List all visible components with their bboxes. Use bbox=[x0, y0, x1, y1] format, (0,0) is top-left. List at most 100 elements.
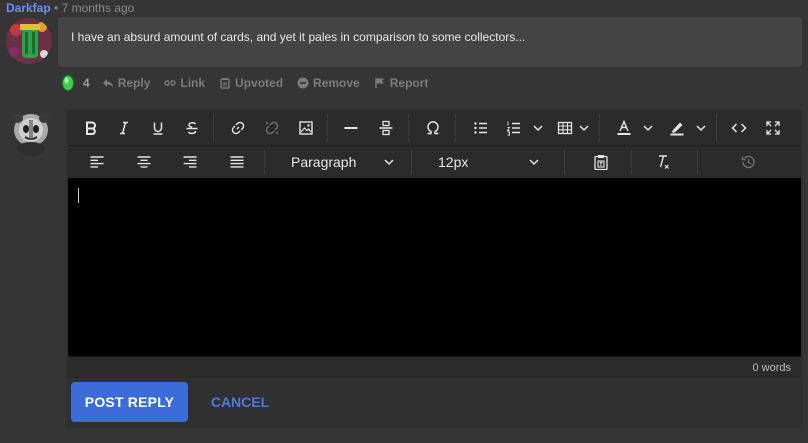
numbered-list-icon bbox=[506, 121, 520, 135]
reply-icon bbox=[102, 79, 113, 88]
comment-text: I have an absurd amount of cards, and ye… bbox=[71, 30, 526, 44]
history-icon bbox=[741, 155, 755, 169]
toolbar-divider bbox=[455, 114, 456, 141]
omega-icon bbox=[427, 120, 439, 134]
source-code-button[interactable] bbox=[726, 110, 752, 145]
flag-icon bbox=[375, 78, 384, 88]
highlight-color-button[interactable] bbox=[664, 110, 690, 145]
report-action[interactable]: Report bbox=[374, 76, 429, 90]
current-user-avatar bbox=[10, 110, 52, 156]
toolbar-divider bbox=[327, 114, 328, 141]
text-color-button[interactable] bbox=[611, 110, 637, 145]
score-count: 4 bbox=[83, 76, 90, 90]
font-size-select[interactable]: 12px bbox=[438, 146, 544, 178]
align-center-icon bbox=[137, 156, 151, 168]
code-icon bbox=[731, 122, 747, 133]
comment-meta: Darkfap • 7 months ago bbox=[6, 0, 134, 16]
cancel-button[interactable]: CANCEL bbox=[196, 382, 284, 422]
fullscreen-icon bbox=[766, 120, 780, 135]
bold-icon bbox=[86, 121, 96, 135]
comment-author[interactable]: Darkfap bbox=[6, 1, 51, 15]
reply-editor: Paragraph 12px 0 words bbox=[66, 108, 803, 428]
toolbar-divider bbox=[697, 150, 698, 174]
font-size-value: 12px bbox=[438, 154, 469, 170]
bold-button[interactable] bbox=[78, 110, 104, 145]
unlink-icon bbox=[265, 121, 279, 134]
toolbar-divider bbox=[213, 114, 214, 141]
toolbar-divider bbox=[264, 150, 265, 174]
chevron-down-icon bbox=[696, 124, 706, 131]
text-caret bbox=[78, 188, 79, 203]
toolbar-divider bbox=[631, 150, 632, 174]
link-icon bbox=[231, 121, 245, 134]
editor-toolbar-primary bbox=[68, 110, 801, 146]
toolbar-divider bbox=[411, 150, 412, 174]
comment-bubble: I have an absurd amount of cards, and ye… bbox=[58, 17, 802, 67]
align-center-button[interactable] bbox=[131, 146, 157, 178]
highlight-color-dropdown[interactable] bbox=[692, 110, 710, 145]
page-break-button[interactable] bbox=[373, 110, 399, 145]
align-justify-button[interactable] bbox=[224, 146, 250, 178]
italic-button[interactable] bbox=[111, 110, 137, 145]
comment-actions: 4 Reply Link Upvoted Remove Report bbox=[62, 74, 442, 92]
remove-label: Remove bbox=[313, 76, 360, 90]
toolbar-divider bbox=[408, 114, 409, 141]
link-action[interactable]: Link bbox=[164, 76, 205, 90]
remove-icon bbox=[297, 77, 309, 89]
word-count: 0 words bbox=[752, 362, 791, 374]
page-break-icon bbox=[379, 120, 393, 135]
align-left-button[interactable] bbox=[84, 146, 110, 178]
bullet-list-button[interactable] bbox=[468, 110, 494, 145]
reply-label: Reply bbox=[117, 76, 151, 90]
text-color-dropdown[interactable] bbox=[639, 110, 657, 145]
chevron-down-icon bbox=[529, 159, 539, 166]
upvoted-label: Upvoted bbox=[235, 76, 284, 90]
highlighter-icon bbox=[670, 122, 684, 135]
clipboard-icon bbox=[220, 78, 230, 89]
insert-link-button[interactable] bbox=[225, 110, 251, 145]
editor-toolbar-secondary: Paragraph 12px bbox=[68, 146, 801, 178]
report-label: Report bbox=[389, 76, 429, 90]
bullet-list-icon bbox=[474, 121, 487, 134]
horizontal-line-button[interactable] bbox=[338, 110, 364, 145]
align-left-icon bbox=[90, 156, 104, 168]
insert-image-button[interactable] bbox=[293, 110, 319, 145]
align-right-button[interactable] bbox=[177, 146, 203, 178]
meta-separator: • bbox=[54, 1, 59, 15]
strikethrough-button[interactable] bbox=[179, 110, 205, 145]
chevron-down-icon bbox=[533, 124, 543, 131]
clear-formatting-icon bbox=[659, 155, 669, 169]
underline-button[interactable] bbox=[145, 110, 171, 145]
fullscreen-button[interactable] bbox=[760, 110, 786, 145]
clear-formatting-button[interactable] bbox=[650, 146, 676, 178]
numbered-list-button[interactable] bbox=[501, 110, 527, 145]
block-format-value: Paragraph bbox=[291, 154, 357, 170]
paste-text-button[interactable] bbox=[588, 146, 614, 178]
special-character-button[interactable] bbox=[420, 110, 446, 145]
table-icon bbox=[557, 121, 573, 134]
comment-time: 7 months ago bbox=[61, 1, 135, 15]
table-dropdown[interactable] bbox=[575, 110, 593, 145]
remove-action[interactable]: Remove bbox=[297, 76, 360, 90]
gem-icon[interactable] bbox=[62, 75, 74, 91]
chevron-down-icon bbox=[384, 159, 394, 166]
editor-statusbar: 0 words bbox=[68, 356, 801, 378]
horizontal-line-icon bbox=[344, 126, 358, 129]
post-reply-button[interactable]: POST REPLY bbox=[71, 382, 188, 422]
link-label: Link bbox=[180, 76, 206, 90]
toolbar-divider bbox=[716, 114, 717, 141]
block-format-select[interactable]: Paragraph bbox=[291, 146, 401, 178]
author-avatar[interactable] bbox=[6, 18, 52, 64]
upvoted-action[interactable]: Upvoted bbox=[219, 76, 283, 90]
text-color-icon bbox=[617, 119, 631, 135]
numbered-list-dropdown[interactable] bbox=[529, 110, 547, 145]
strikethrough-icon bbox=[186, 121, 198, 134]
reply-action[interactable]: Reply bbox=[102, 76, 151, 90]
restore-draft-button[interactable] bbox=[735, 146, 761, 178]
toolbar-divider bbox=[599, 114, 600, 141]
align-right-icon bbox=[183, 156, 197, 168]
unlink-button[interactable] bbox=[259, 110, 285, 145]
editor-content-area[interactable] bbox=[68, 178, 801, 356]
paste-icon bbox=[594, 155, 608, 170]
align-justify-icon bbox=[230, 156, 244, 168]
